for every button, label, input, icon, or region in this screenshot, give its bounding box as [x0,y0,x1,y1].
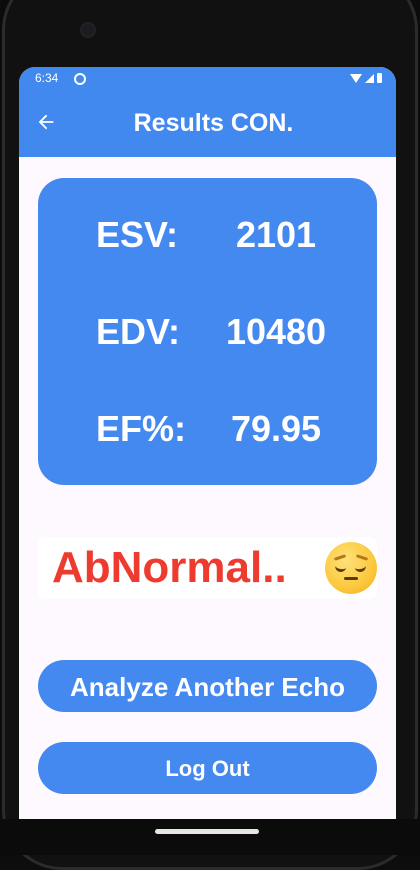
diagnosis-text: AbNormal.. [52,543,287,592]
results-card: ESV: 2101 EDV: 10480 EF%: 79.95 [38,178,377,485]
analyze-another-echo-button[interactable]: Analyze Another Echo [38,660,377,712]
phone-frame: 6:34 Results CON. ESV: 2101 EDV: 10480 E… [0,0,420,870]
wifi-icon [350,73,362,83]
pensive-face-icon [325,542,377,594]
esv-label: ESV: [96,214,179,255]
result-row-ef: EF%: 79.95 [38,408,377,458]
notification-icon [74,73,86,85]
app-bar: Results CON. [19,89,396,157]
status-bar: 6:34 [19,67,396,89]
esv-value: 2101 [235,214,317,255]
signal-icon [365,73,374,83]
status-icons [350,72,382,84]
log-out-button[interactable]: Log Out [38,742,377,794]
edv-value: 10480 [225,311,327,352]
edv-label: EDV: [96,311,181,352]
battery-icon [377,73,382,83]
front-camera [80,22,96,38]
result-row-edv: EDV: 10480 [38,311,377,361]
ef-value: 79.95 [230,408,322,449]
result-row-esv: ESV: 2101 [38,214,377,264]
status-time: 6:34 [35,71,59,85]
diagnosis-banner: AbNormal.. [38,537,377,599]
system-nav-bar [0,819,420,855]
ef-label: EF%: [96,408,186,449]
app-screen: 6:34 Results CON. ESV: 2101 EDV: 10480 E… [19,67,396,819]
home-gesture-bar[interactable] [155,829,259,834]
page-title: Results CON. [133,109,294,137]
